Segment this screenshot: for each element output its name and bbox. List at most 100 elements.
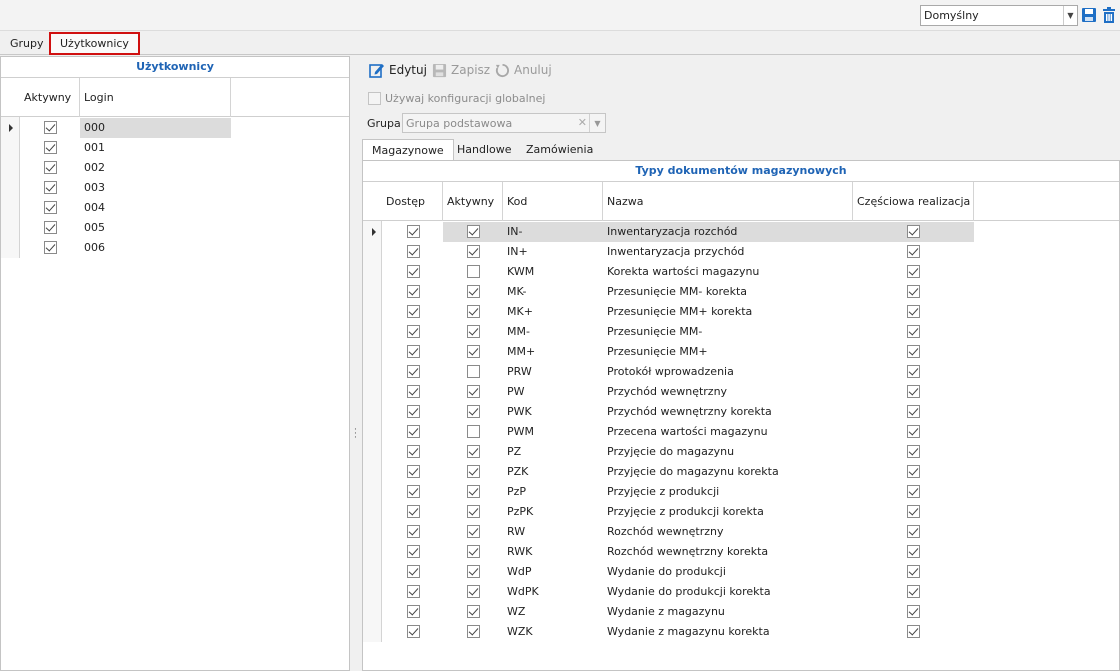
czesciowa-realizacja-checkbox[interactable] [907, 485, 920, 498]
panel-splitter[interactable]: · · · [351, 56, 361, 671]
czesciowa-realizacja-checkbox[interactable] [907, 245, 920, 258]
czesciowa-realizacja-checkbox[interactable] [907, 565, 920, 578]
table-row[interactable]: 000 [1, 118, 349, 138]
table-row[interactable]: MM+ Przesunięcie MM+ [363, 342, 1119, 362]
aktywny-checkbox[interactable] [467, 465, 480, 478]
aktywny-checkbox[interactable] [467, 525, 480, 538]
aktywny-checkbox[interactable] [44, 181, 57, 194]
aktywny-checkbox[interactable] [467, 425, 480, 438]
table-row[interactable]: PWK Przychód wewnętrzny korekta [363, 402, 1119, 422]
table-row[interactable]: 001 [1, 138, 349, 158]
dostep-checkbox[interactable] [407, 425, 420, 438]
tab-magazynowe[interactable]: Magazynowe [362, 139, 454, 161]
table-row[interactable]: RWK Rozchód wewnętrzny korekta [363, 542, 1119, 562]
aktywny-checkbox[interactable] [467, 565, 480, 578]
aktywny-checkbox[interactable] [467, 505, 480, 518]
table-row[interactable]: 006 [1, 238, 349, 258]
aktywny-checkbox[interactable] [467, 345, 480, 358]
save-button[interactable]: Zapisz [432, 60, 490, 80]
column-header-aktywny[interactable]: Aktywny [443, 182, 503, 221]
czesciowa-realizacja-checkbox[interactable] [907, 285, 920, 298]
column-header-nazwa[interactable]: Nazwa [603, 182, 853, 221]
czesciowa-realizacja-checkbox[interactable] [907, 265, 920, 278]
dostep-checkbox[interactable] [407, 285, 420, 298]
czesciowa-realizacja-checkbox[interactable] [907, 585, 920, 598]
dostep-checkbox[interactable] [407, 605, 420, 618]
table-row[interactable]: PzP Przyjęcie z produkcji [363, 482, 1119, 502]
layout-select[interactable]: Domyślny ▼ [920, 5, 1078, 26]
aktywny-checkbox[interactable] [44, 161, 57, 174]
chevron-down-icon[interactable]: ▼ [1063, 6, 1077, 25]
dostep-checkbox[interactable] [407, 565, 420, 578]
tab-grupy[interactable]: Grupy [0, 34, 54, 55]
aktywny-checkbox[interactable] [44, 241, 57, 254]
dostep-checkbox[interactable] [407, 325, 420, 338]
column-header-dostep[interactable]: Dostęp [382, 182, 443, 221]
dostep-checkbox[interactable] [407, 525, 420, 538]
czesciowa-realizacja-checkbox[interactable] [907, 625, 920, 638]
aktywny-checkbox[interactable] [467, 285, 480, 298]
czesciowa-realizacja-checkbox[interactable] [907, 465, 920, 478]
dostep-checkbox[interactable] [407, 365, 420, 378]
aktywny-checkbox[interactable] [467, 485, 480, 498]
dostep-checkbox[interactable] [407, 225, 420, 238]
aktywny-checkbox[interactable] [467, 365, 480, 378]
global-config-checkbox[interactable]: Używaj konfiguracji globalnej [368, 92, 545, 105]
clear-icon[interactable]: ✕ [578, 116, 587, 129]
czesciowa-realizacja-checkbox[interactable] [907, 365, 920, 378]
dostep-checkbox[interactable] [407, 305, 420, 318]
dostep-checkbox[interactable] [407, 445, 420, 458]
dostep-checkbox[interactable] [407, 545, 420, 558]
save-layout-button[interactable] [1080, 5, 1098, 25]
table-row[interactable]: 003 [1, 178, 349, 198]
table-row[interactable]: RW Rozchód wewnętrzny [363, 522, 1119, 542]
table-row[interactable]: WZ Wydanie z magazynu [363, 602, 1119, 622]
edit-button[interactable]: Edytuj [369, 60, 427, 80]
czesciowa-realizacja-checkbox[interactable] [907, 305, 920, 318]
aktywny-checkbox[interactable] [467, 325, 480, 338]
aktywny-checkbox[interactable] [467, 625, 480, 638]
table-row[interactable]: 005 [1, 218, 349, 238]
table-row[interactable]: WdP Wydanie do produkcji [363, 562, 1119, 582]
group-select[interactable]: Grupa podstawowa ✕ ▼ [402, 113, 606, 133]
table-row[interactable]: PZK Przyjęcie do magazynu korekta [363, 462, 1119, 482]
czesciowa-realizacja-checkbox[interactable] [907, 545, 920, 558]
aktywny-checkbox[interactable] [44, 141, 57, 154]
aktywny-checkbox[interactable] [44, 121, 57, 134]
cancel-button[interactable]: Anuluj [495, 60, 552, 80]
table-row[interactable]: WdPK Wydanie do produkcji korekta [363, 582, 1119, 602]
column-header-login[interactable]: Login [80, 78, 231, 117]
dostep-checkbox[interactable] [407, 345, 420, 358]
table-row[interactable]: PW Przychód wewnętrzny [363, 382, 1119, 402]
column-header-kod[interactable]: Kod [503, 182, 603, 221]
czesciowa-realizacja-checkbox[interactable] [907, 325, 920, 338]
column-header-czesciowa-realizacja[interactable]: Częściowa realizacja [853, 182, 974, 221]
czesciowa-realizacja-checkbox[interactable] [907, 345, 920, 358]
aktywny-checkbox[interactable] [467, 545, 480, 558]
dostep-checkbox[interactable] [407, 585, 420, 598]
delete-layout-button[interactable] [1100, 5, 1118, 25]
table-row[interactable]: IN+ Inwentaryzacja przychód [363, 242, 1119, 262]
tab-zamowienia[interactable]: Zamówienia [517, 139, 602, 160]
dostep-checkbox[interactable] [407, 625, 420, 638]
global-config-checkbox-box[interactable] [368, 92, 381, 105]
table-row[interactable]: PZ Przyjęcie do magazynu [363, 442, 1119, 462]
czesciowa-realizacja-checkbox[interactable] [907, 385, 920, 398]
dostep-checkbox[interactable] [407, 265, 420, 278]
chevron-down-icon[interactable]: ▼ [589, 114, 605, 132]
dostep-checkbox[interactable] [407, 385, 420, 398]
czesciowa-realizacja-checkbox[interactable] [907, 605, 920, 618]
aktywny-checkbox[interactable] [44, 221, 57, 234]
table-row[interactable]: MK- Przesunięcie MM- korekta [363, 282, 1119, 302]
aktywny-checkbox[interactable] [467, 225, 480, 238]
aktywny-checkbox[interactable] [467, 585, 480, 598]
czesciowa-realizacja-checkbox[interactable] [907, 445, 920, 458]
czesciowa-realizacja-checkbox[interactable] [907, 525, 920, 538]
czesciowa-realizacja-checkbox[interactable] [907, 225, 920, 238]
dostep-checkbox[interactable] [407, 405, 420, 418]
tab-handlowe[interactable]: Handlowe [448, 139, 521, 160]
czesciowa-realizacja-checkbox[interactable] [907, 405, 920, 418]
dostep-checkbox[interactable] [407, 245, 420, 258]
table-row[interactable]: PWM Przecena wartości magazynu [363, 422, 1119, 442]
aktywny-checkbox[interactable] [467, 605, 480, 618]
